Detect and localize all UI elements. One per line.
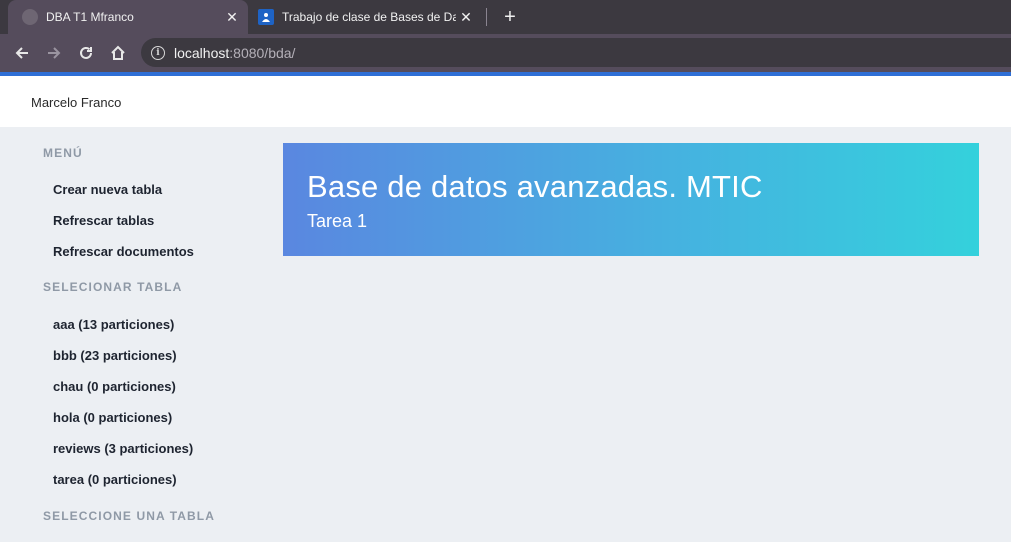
page-header: Marcelo Franco bbox=[0, 76, 1011, 127]
forward-icon[interactable] bbox=[42, 41, 66, 65]
hero-banner: Base de datos avanzadas. MTIC Tarea 1 bbox=[283, 143, 979, 256]
hero-title: Base de datos avanzadas. MTIC bbox=[307, 169, 763, 204]
table-item-aaa[interactable]: aaa (13 particiones) bbox=[53, 317, 174, 332]
home-icon[interactable] bbox=[106, 41, 130, 65]
new-tab-button[interactable]: + bbox=[498, 5, 522, 29]
tab-title: DBA T1 Mfranco bbox=[46, 10, 134, 24]
tab-separator bbox=[486, 8, 487, 26]
menu-heading: MENÚ bbox=[43, 146, 83, 160]
url-text: localhost:8080/bda/ bbox=[174, 44, 296, 61]
close-tab-icon[interactable]: ✕ bbox=[222, 7, 242, 27]
menu-item-refrescar-documentos[interactable]: Refrescar documentos bbox=[53, 244, 194, 259]
table-item-tarea[interactable]: tarea (0 particiones) bbox=[53, 472, 177, 487]
hero-subtitle: Tarea 1 bbox=[307, 211, 368, 231]
table-item-hola[interactable]: hola (0 particiones) bbox=[53, 410, 172, 425]
globe-icon bbox=[22, 9, 38, 25]
menu-item-crear-tabla[interactable]: Crear nueva tabla bbox=[53, 182, 162, 197]
classroom-icon bbox=[258, 9, 274, 25]
choose-table-heading: SELECCIONE UNA TABLA bbox=[43, 509, 215, 523]
browser-tab-strip: DBA T1 Mfranco ✕ Trabajo de clase de Bas… bbox=[0, 0, 1011, 34]
tab-dba-t1[interactable]: DBA T1 Mfranco ✕ bbox=[8, 0, 248, 34]
table-item-bbb[interactable]: bbb (23 particiones) bbox=[53, 348, 177, 363]
site-info-icon[interactable]: i bbox=[151, 45, 165, 60]
tab-title: Trabajo de clase de Bases de Dat bbox=[282, 10, 456, 24]
close-tab-icon[interactable]: ✕ bbox=[456, 7, 476, 27]
menu-item-refrescar-tablas[interactable]: Refrescar tablas bbox=[53, 213, 154, 228]
tab-trabajo-de-clase[interactable]: Trabajo de clase de Bases de Dat ✕ bbox=[250, 0, 482, 34]
select-table-heading: SELECIONAR TABLA bbox=[43, 280, 183, 294]
reload-icon[interactable] bbox=[74, 41, 98, 65]
table-item-reviews[interactable]: reviews (3 particiones) bbox=[53, 441, 193, 456]
address-bar[interactable]: i localhost:8080/bda/ bbox=[141, 38, 1011, 67]
brand-name: Marcelo Franco bbox=[31, 95, 122, 110]
back-icon[interactable] bbox=[10, 41, 34, 65]
table-item-chau[interactable]: chau (0 particiones) bbox=[53, 379, 176, 394]
